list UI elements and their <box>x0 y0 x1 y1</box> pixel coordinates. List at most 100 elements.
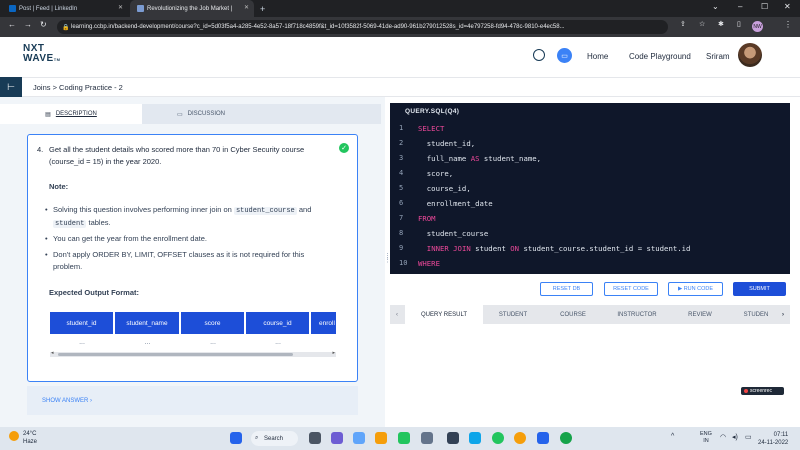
show-answer-button[interactable]: SHOW ANSWER › <box>27 386 358 415</box>
screenrec-badge[interactable]: screenrec <box>741 387 784 395</box>
minimize-icon[interactable]: – <box>738 2 742 11</box>
address-bar[interactable]: 🔒 learning.ccbp.in/backend-development/c… <box>57 20 668 34</box>
taskbar-search[interactable]: ⌕ Search <box>251 431 298 446</box>
tab-review[interactable]: REVIEW <box>671 305 729 324</box>
expected-output-table: student_id student_name score course_id … <box>50 312 336 350</box>
maximize-icon[interactable]: ☐ <box>761 2 768 11</box>
panel-resize-handle[interactable]: ⋮ ⋮ <box>384 253 391 273</box>
windows-taskbar: 24°C Haze ⌕ Search ^ ENG IN ◠ ◂) ▭ 07:11… <box>0 427 800 450</box>
scroll-left-icon[interactable]: ◂ <box>51 350 54 356</box>
calculator-icon[interactable] <box>421 432 433 444</box>
tab-description[interactable]: ▤ DESCRIPTION <box>0 104 142 124</box>
nav-user-name[interactable]: Sriram <box>706 52 730 61</box>
whatsapp-icon[interactable] <box>492 432 504 444</box>
code-line[interactable]: student_course <box>418 229 489 238</box>
close-window-icon[interactable]: ✕ <box>784 2 791 11</box>
weather-widget[interactable]: 24°C Haze <box>9 430 37 446</box>
profile-avatar[interactable]: NW <box>752 21 763 32</box>
table-cell: ... <box>144 338 151 346</box>
reset-db-button[interactable]: RESET DB <box>540 282 593 296</box>
close-icon[interactable]: ✕ <box>244 4 249 11</box>
table-scrollbar[interactable]: ◂ ▸ <box>50 350 336 357</box>
reload-icon[interactable]: ↻ <box>40 20 47 29</box>
nxtwave-logo[interactable]: NXT WAVETM <box>23 44 61 65</box>
line-number: 8 <box>399 229 404 237</box>
nav-code-playground[interactable]: Code Playground <box>629 52 691 61</box>
code-line[interactable]: course_id, <box>418 184 471 193</box>
language-indicator[interactable]: ENG IN <box>700 431 712 445</box>
store-icon[interactable] <box>398 432 410 444</box>
battery-icon[interactable]: ▭ <box>745 433 752 441</box>
timer-icon[interactable] <box>533 49 545 61</box>
new-tab-button[interactable]: + <box>257 0 271 17</box>
editor-filename: QUERY.SQL(Q4) <box>405 108 460 115</box>
close-icon[interactable]: ✕ <box>118 4 123 11</box>
code-line[interactable]: student_id, <box>418 139 475 148</box>
tab-discussion[interactable]: ▭ DISCUSSION <box>142 104 260 124</box>
tab-query-result[interactable]: QUERY RESULT <box>405 305 483 324</box>
nav-home[interactable]: Home <box>587 52 608 61</box>
table-cell: ... <box>275 338 281 346</box>
code-line[interactable]: SELECT <box>418 124 444 133</box>
app-icon[interactable] <box>469 432 481 444</box>
app-icon[interactable] <box>447 432 459 444</box>
code-line[interactable]: enrollment_date <box>418 199 493 208</box>
menu-toggle-icon[interactable]: ⊢ <box>0 77 22 97</box>
submit-button[interactable]: SUBMIT <box>733 282 786 296</box>
run-code-button[interactable]: ▶ RUN CODE <box>668 282 723 296</box>
back-icon[interactable]: ← <box>8 20 16 29</box>
code-text: full_name <box>418 154 471 163</box>
chevron-left-icon[interactable]: ‹ <box>392 305 402 324</box>
teams-icon[interactable] <box>331 432 343 444</box>
scroll-right-icon[interactable]: ▸ <box>332 350 335 356</box>
code-line[interactable]: WHERE <box>418 259 440 268</box>
tab-student[interactable]: STUDENT <box>483 305 543 324</box>
sql-keyword: SELECT <box>418 124 445 133</box>
task-view-icon[interactable] <box>309 432 321 444</box>
volume-icon[interactable]: ◂) <box>732 433 738 441</box>
problem-tabs: ▤ DESCRIPTION ▭ DISCUSSION <box>0 104 381 124</box>
breadcrumb[interactable]: Joins > Coding Practice - 2 <box>33 83 123 92</box>
note-bullet-1: Solving this question involves performin… <box>45 204 323 230</box>
problem-panel: ▤ DESCRIPTION ▭ DISCUSSION 4. Get all th… <box>0 97 385 427</box>
code-text: score, <box>418 169 454 178</box>
windows-start-icon[interactable] <box>230 432 242 444</box>
chevron-down-icon[interactable]: ⌄ <box>712 2 719 11</box>
chat-icon[interactable]: ▭ <box>557 48 572 63</box>
code-line[interactable]: score, <box>418 169 453 178</box>
star-icon[interactable]: ☆ <box>699 20 705 28</box>
linkedin-icon <box>9 5 16 12</box>
browser-tab-linkedin[interactable]: Post | Feed | LinkedIn ✕ <box>2 0 128 17</box>
code-line[interactable]: full_name AS student_name, <box>418 154 541 163</box>
wifi-icon[interactable]: ◠ <box>720 433 726 441</box>
share-icon[interactable]: ⇪ <box>680 20 686 28</box>
file-explorer-icon[interactable] <box>375 432 387 444</box>
line-number: 10 <box>399 259 408 267</box>
extensions-icon[interactable]: ✱ <box>718 20 724 28</box>
browser-tab-active[interactable]: Revolutionizing the Job Market | ✕ <box>130 0 254 17</box>
spotify-icon[interactable] <box>560 432 572 444</box>
edge-icon[interactable] <box>353 432 365 444</box>
comment-icon: ▭ <box>176 111 183 118</box>
scrollbar-thumb[interactable] <box>58 353 293 356</box>
tab-student-course[interactable]: STUDEN <box>729 305 783 324</box>
chevron-up-icon[interactable]: ^ <box>671 433 674 440</box>
browser-toolbar: ← → ↻ 🔒 learning.ccbp.in/backend-develop… <box>0 17 800 37</box>
code-editor[interactable]: QUERY.SQL(Q4) 1 SELECT 2 student_id, 3 full… <box>390 103 790 274</box>
tab-course[interactable]: COURSE <box>543 305 603 324</box>
tab-instructor[interactable]: INSTRUCTOR <box>603 305 671 324</box>
app-icon[interactable] <box>537 432 549 444</box>
more-menu-icon[interactable]: ⋮ <box>784 20 792 29</box>
code-text: student_course <box>418 229 489 238</box>
sidebar-icon[interactable]: ▯ <box>737 20 741 28</box>
code-line[interactable]: FROM <box>418 214 436 223</box>
code-line[interactable]: INNER JOIN student ON student_course.stu… <box>418 244 691 253</box>
forward-icon[interactable]: → <box>24 20 32 29</box>
code-text: student_name, <box>479 154 542 163</box>
chrome-icon[interactable] <box>514 432 526 444</box>
system-clock[interactable]: 07:11 24-11-2022 <box>758 431 788 447</box>
avatar[interactable] <box>738 43 762 67</box>
reset-code-button[interactable]: RESET CODE <box>604 282 658 296</box>
completed-check-icon: ✓ <box>339 143 349 153</box>
chevron-right-icon[interactable]: › <box>778 305 788 324</box>
